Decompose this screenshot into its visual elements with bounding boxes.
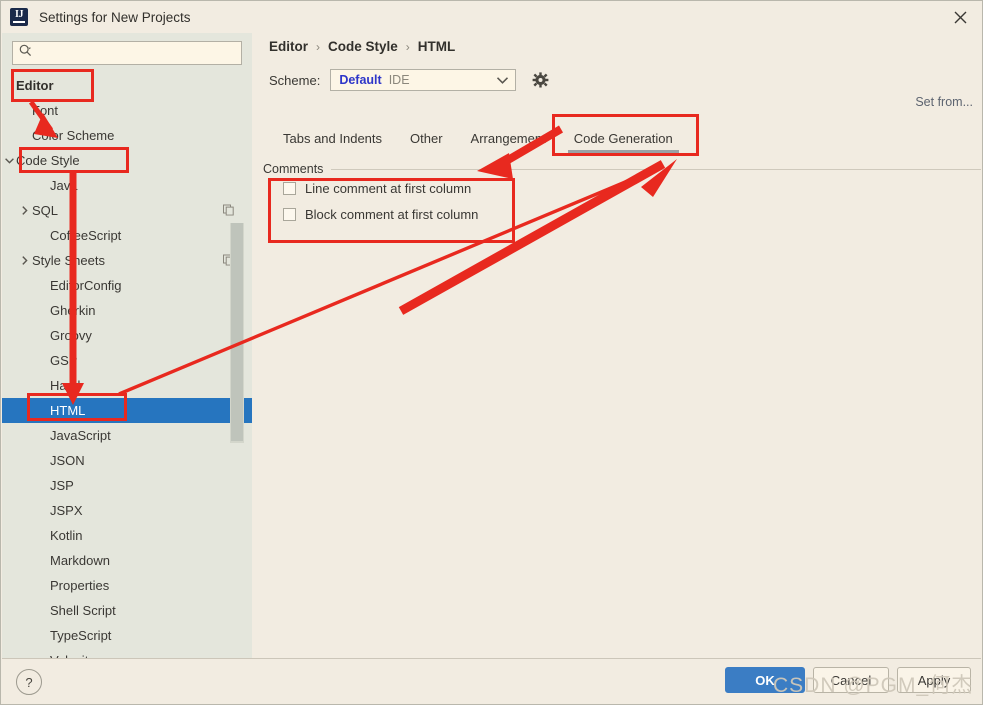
checkbox-label: Line comment at first column xyxy=(305,181,472,196)
sidebar-item-sql[interactable]: SQL xyxy=(2,198,252,223)
chevron-down-icon[interactable] xyxy=(2,157,16,164)
checkbox-icon[interactable] xyxy=(283,208,296,221)
chevron-right-icon[interactable] xyxy=(18,206,32,215)
sidebar-item-label: GSP xyxy=(50,353,78,368)
sidebar-item-label: EditorConfig xyxy=(50,278,122,293)
checkbox-icon[interactable] xyxy=(283,182,296,195)
sidebar-item-label: Font xyxy=(32,103,59,118)
sidebar-item-label: Java xyxy=(50,178,78,193)
ok-button[interactable]: OK xyxy=(725,667,805,693)
scheme-select[interactable]: Default IDE xyxy=(330,69,517,91)
sidebar-item-font[interactable]: Font xyxy=(2,98,252,123)
sidebar-item-properties[interactable]: Properties xyxy=(2,573,252,598)
settings-sidebar: Editor Font Color Scheme Code Style Java SQL C… xyxy=(2,33,252,660)
breadcrumb-part-code-style[interactable]: Code Style xyxy=(328,39,398,54)
breadcrumb-separator: › xyxy=(405,39,410,54)
copy-icon[interactable] xyxy=(223,203,234,218)
sidebar-item-jspx[interactable]: JSPX xyxy=(2,498,252,523)
sidebar-item-label: JSPX xyxy=(50,503,83,518)
search-box[interactable] xyxy=(12,41,242,65)
tab-tabs-and-indents[interactable]: Tabs and Indents xyxy=(269,131,396,153)
sidebar-item-haml[interactable]: Haml xyxy=(2,373,252,398)
scheme-scope: IDE xyxy=(388,73,410,87)
comments-group-title: Comments xyxy=(263,162,324,176)
sidebar-item-label: Shell Script xyxy=(50,603,116,618)
breadcrumb-part-html[interactable]: HTML xyxy=(418,39,456,54)
dialog-footer: ? OK Cancel Apply xyxy=(2,658,981,703)
sidebar-item-label: CoffeeScript xyxy=(50,228,122,243)
scheme-label: Scheme: xyxy=(269,72,321,88)
group-divider xyxy=(331,168,981,170)
sidebar-item-java[interactable]: Java xyxy=(2,173,252,198)
close-icon[interactable] xyxy=(936,1,982,33)
tab-other[interactable]: Other xyxy=(396,131,457,153)
sidebar-item-style-sheets[interactable]: Style Sheets xyxy=(2,248,252,273)
sidebar-item-kotlin[interactable]: Kotlin xyxy=(2,523,252,548)
sidebar-item-label: Color Scheme xyxy=(32,128,115,143)
sidebar-item-shell-script[interactable]: Shell Script xyxy=(2,598,252,623)
apply-button[interactable]: Apply xyxy=(897,667,971,693)
sidebar-item-label: Editor xyxy=(16,78,54,93)
sidebar-item-label: Markdown xyxy=(50,553,110,568)
sidebar-item-label: Haml xyxy=(50,378,81,393)
sidebar-item-label: Gherkin xyxy=(50,303,96,318)
checkbox-row-line-comment-at-first-column[interactable]: Line comment at first column xyxy=(283,181,471,196)
search-input[interactable] xyxy=(32,43,241,63)
sidebar-item-color-scheme[interactable]: Color Scheme xyxy=(2,123,252,148)
sidebar-item-html[interactable]: HTML xyxy=(2,398,252,423)
comments-group-header: Comments xyxy=(263,161,981,177)
sidebar-item-label: JSON xyxy=(50,453,85,468)
sidebar-item-label: JavaScript xyxy=(50,428,111,443)
sidebar-item-javascript[interactable]: JavaScript xyxy=(2,423,252,448)
scheme-value: Default xyxy=(339,73,382,87)
intellij-idea-logo-icon xyxy=(10,8,28,26)
breadcrumb: Editor › Code Style › HTML xyxy=(269,39,455,54)
sidebar-item-editorconfig[interactable]: EditorConfig xyxy=(2,273,252,298)
title-bar: Settings for New Projects xyxy=(1,1,982,33)
sidebar-item-label: Code Style xyxy=(16,153,80,168)
breadcrumb-part-editor[interactable]: Editor xyxy=(269,39,308,54)
sidebar-item-gherkin[interactable]: Gherkin xyxy=(2,298,252,323)
sidebar-item-label: Style Sheets xyxy=(32,253,105,268)
sidebar-item-typescript[interactable]: TypeScript xyxy=(2,623,252,648)
window-title: Settings for New Projects xyxy=(39,9,191,25)
sidebar-item-code-style[interactable]: Code Style xyxy=(2,148,252,173)
sidebar-item-label: SQL xyxy=(32,203,59,218)
cancel-button[interactable]: Cancel xyxy=(813,667,889,693)
code-generation-panel: Comments Line comment at first column Blo… xyxy=(253,153,981,660)
chevron-right-icon[interactable] xyxy=(18,256,32,265)
help-button[interactable]: ? xyxy=(16,669,42,695)
sidebar-item-gsp[interactable]: GSP xyxy=(2,348,252,373)
sidebar-item-markdown[interactable]: Markdown xyxy=(2,548,252,573)
settings-tabs[interactable]: Tabs and Indents Other Arrangement Code Gen… xyxy=(269,123,981,153)
checkbox-label: Block comment at first column xyxy=(305,207,479,222)
sidebar-item-label: JSP xyxy=(50,478,74,493)
sidebar-item-coffeescript[interactable]: CoffeeScript xyxy=(2,223,252,248)
sidebar-item-label: Kotlin xyxy=(50,528,83,543)
search-icon xyxy=(19,44,32,62)
sidebar-item-label: HTML xyxy=(50,403,86,418)
scheme-row: Scheme: Default IDE xyxy=(269,69,549,91)
search-field-wrapper xyxy=(12,41,242,65)
sidebar-scrollbar-thumb[interactable] xyxy=(231,223,243,441)
settings-dialog: Settings for New Projects Editor Font Colo… xyxy=(0,0,983,705)
tab-arrangement[interactable]: Arrangement xyxy=(457,131,560,153)
sidebar-item-label: Groovy xyxy=(50,328,92,343)
set-from-link[interactable]: Set from... xyxy=(915,95,973,109)
sidebar-item-groovy[interactable]: Groovy xyxy=(2,323,252,348)
sidebar-item-json[interactable]: JSON xyxy=(2,448,252,473)
sidebar-item-editor[interactable]: Editor xyxy=(2,73,252,98)
checkbox-row-block-comment-at-first-column[interactable]: Block comment at first column xyxy=(283,207,478,222)
sidebar-item-jsp[interactable]: JSP xyxy=(2,473,252,498)
tab-code-generation[interactable]: Code Generation xyxy=(560,131,687,153)
sidebar-item-label: TypeScript xyxy=(50,628,112,643)
settings-tree[interactable]: Editor Font Color Scheme Code Style Java SQL C… xyxy=(2,73,252,660)
breadcrumb-separator: › xyxy=(316,39,320,54)
chevron-down-icon xyxy=(497,71,509,89)
settings-detail-panel: Editor › Code Style › HTML Scheme: Default I… xyxy=(253,33,981,660)
sidebar-item-label: Properties xyxy=(50,578,110,593)
gear-icon[interactable] xyxy=(532,71,549,89)
